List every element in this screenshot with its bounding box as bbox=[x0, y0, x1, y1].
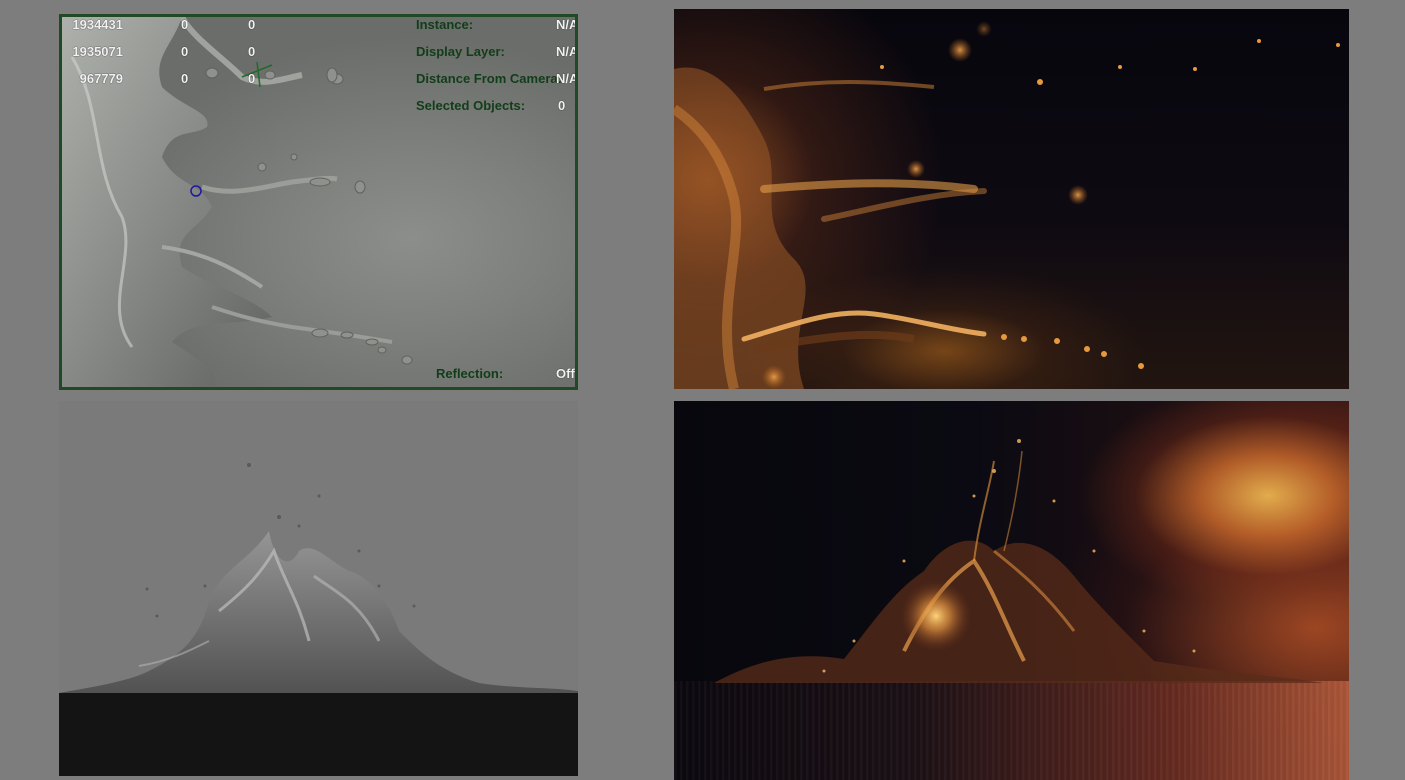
stat-col3-2: 0 bbox=[248, 44, 256, 59]
hud-display-layer-value: N/A bbox=[556, 44, 578, 59]
stat-count-3: 967779 bbox=[79, 71, 123, 86]
hud-distance-label: Distance From Camera: bbox=[416, 71, 562, 86]
hud-reflection-value: Off bbox=[556, 366, 575, 381]
splash-closeup-graphic bbox=[674, 21, 1340, 389]
splash-playblast-graphic bbox=[59, 463, 578, 693]
stat-col3-1: 0 bbox=[248, 17, 256, 32]
stat-count-1: 1934431 bbox=[72, 17, 123, 32]
splash-wide-graphic bbox=[714, 439, 1324, 683]
hud-instance-label: Instance: bbox=[416, 17, 474, 32]
hud-instance-value: N/A bbox=[556, 17, 578, 32]
hud-distance-value: N/A bbox=[556, 71, 578, 86]
hud-display-layer-label: Display Layer: bbox=[416, 44, 505, 59]
stat-col2-2: 0 bbox=[181, 44, 189, 59]
stat-col2-3: 0 bbox=[181, 71, 189, 86]
hud-selected-objects-label: Selected Objects: bbox=[416, 98, 526, 113]
stat-col2-1: 0 bbox=[181, 17, 189, 32]
viewport-panel[interactable]: 1934431 0 0 1935071 0 0 967779 0 0 Insta… bbox=[59, 14, 578, 390]
hud-reflection-label: Reflection: bbox=[436, 366, 504, 381]
playblast-panel bbox=[59, 401, 578, 776]
render-wide-image bbox=[674, 401, 1349, 780]
stat-col3-3: 0 bbox=[248, 71, 256, 86]
hud-selected-objects-value: 0 bbox=[558, 98, 566, 113]
stat-count-2: 1935071 bbox=[72, 44, 123, 59]
render-closeup-image bbox=[674, 9, 1349, 389]
